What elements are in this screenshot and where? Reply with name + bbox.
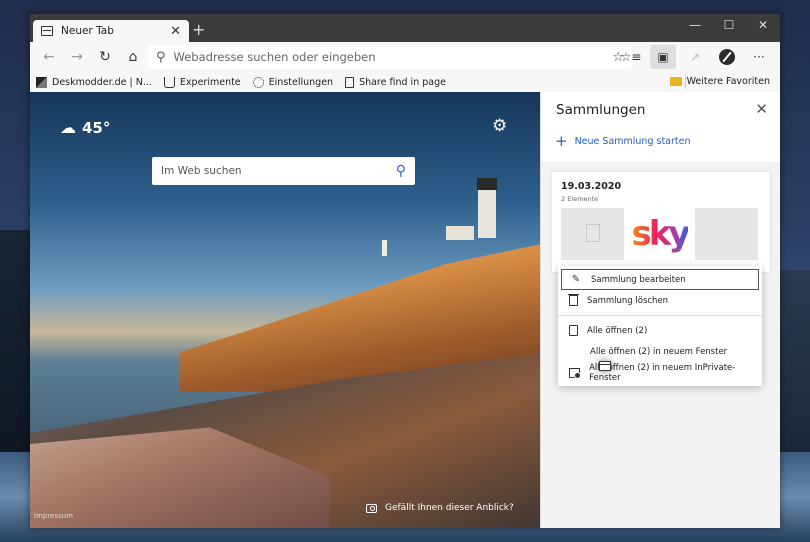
- background-lighthouse: [477, 178, 497, 238]
- gear-icon: [252, 76, 264, 88]
- thumbnail-file: [561, 208, 624, 260]
- trash-icon: [568, 294, 579, 306]
- collection-name: 19.03.2020: [561, 181, 622, 192]
- search-magnifier-icon[interactable]: ⚲: [396, 163, 406, 179]
- tab-title: Neuer Tab: [61, 25, 114, 37]
- title-bar: Neuer Tab ✕ + — ☐ ✕: [30, 14, 780, 42]
- collections-icon[interactable]: ▣: [650, 45, 676, 69]
- menu-delete-collection[interactable]: Sammlung löschen: [561, 290, 759, 311]
- deskmodder-icon: [36, 76, 47, 88]
- new-collection-button[interactable]: + Neue Sammlung starten: [555, 134, 691, 149]
- favorite-label: Deskmodder.de | N...: [52, 76, 152, 88]
- other-favorites[interactable]: Weitere Favoriten: [669, 76, 770, 87]
- page-icon: [569, 325, 578, 336]
- refresh-button[interactable]: ↻: [94, 46, 116, 68]
- close-icon[interactable]: ✕: [755, 100, 768, 118]
- page-icon: [345, 76, 355, 88]
- address-placeholder: Webadresse suchen oder eingeben: [173, 50, 376, 64]
- like-view-button[interactable]: Gefällt Ihnen dieser Anblick?: [366, 503, 514, 513]
- favorite-label: Einstellungen: [268, 76, 334, 88]
- collections-header: Sammlungen ✕ + Neue Sammlung starten: [541, 92, 780, 162]
- thumbnail-sky: sky: [628, 208, 691, 260]
- menu-label: Sammlung löschen: [587, 295, 669, 306]
- favorite-label: Share find in page: [359, 76, 446, 88]
- toolbar-actions: ☆≡ ▣ ↗ ···: [618, 45, 772, 69]
- new-collection-label: Neue Sammlung starten: [574, 136, 691, 147]
- new-tab-button[interactable]: +: [192, 21, 205, 39]
- forward-button[interactable]: →: [66, 46, 88, 68]
- background-house: [446, 226, 474, 240]
- sky-logo-icon: sky: [631, 214, 690, 254]
- menu-open-all-inprivate[interactable]: Alle öffnen (2) in neuem InPrivate-Fenst…: [561, 362, 759, 383]
- menu-label: Alle öffnen (2): [587, 325, 648, 336]
- favorites-bar: Deskmodder.de | N... Experimente Einstel…: [30, 72, 780, 92]
- share-icon[interactable]: ↗: [682, 45, 708, 69]
- pencil-icon: ✎: [571, 274, 581, 285]
- camera-icon: [366, 503, 377, 513]
- menu-label: Sammlung bearbeiten: [591, 274, 686, 285]
- browser-content: ☁ 45° ⚙ ⚲ Impressum Gefällt Ihnen dieser…: [30, 92, 780, 528]
- favorite-einstellungen[interactable]: Einstellungen: [252, 76, 334, 88]
- inprivate-window-icon: [569, 367, 582, 379]
- collections-title: Sammlungen: [556, 102, 646, 118]
- collection-thumbnails: sky: [561, 208, 758, 260]
- browser-window: Neuer Tab ✕ + — ☐ ✕ ← → ↻ ⌂ ⚲ Webadresse…: [30, 14, 780, 528]
- beaker-icon: [163, 76, 175, 88]
- maximize-button[interactable]: ☐: [712, 14, 746, 36]
- collections-pane: Sammlungen ✕ + Neue Sammlung starten 19.…: [540, 92, 780, 528]
- profile-avatar-icon: [719, 49, 735, 65]
- minimize-button[interactable]: —: [678, 14, 712, 36]
- web-search-input[interactable]: [161, 165, 396, 177]
- menu-open-all[interactable]: Alle öffnen (2): [561, 320, 759, 341]
- folder-icon: [669, 77, 682, 86]
- impressum-link[interactable]: Impressum: [34, 512, 73, 520]
- profile-button[interactable]: [714, 45, 740, 69]
- like-view-label: Gefällt Ihnen dieser Anblick?: [385, 503, 514, 513]
- favorites-icon[interactable]: ☆≡: [618, 45, 644, 69]
- menu-divider: [558, 315, 762, 316]
- other-favorites-label: Weitere Favoriten: [686, 76, 770, 87]
- weather-widget[interactable]: ☁ 45°: [60, 118, 110, 137]
- menu-label: Alle öffnen (2) in neuem Fenster: [590, 346, 728, 357]
- tab-new-tab[interactable]: Neuer Tab ✕: [33, 20, 189, 42]
- favorite-deskmodder[interactable]: Deskmodder.de | N...: [36, 76, 152, 88]
- page-settings-gear-icon[interactable]: ⚙: [492, 116, 507, 136]
- close-window-button[interactable]: ✕: [746, 14, 780, 36]
- window-icon: [599, 360, 611, 371]
- thumbnail-empty: [695, 208, 758, 260]
- menu-label: Alle öffnen (2) in neuem InPrivate-Fenst…: [589, 362, 736, 383]
- favorite-experimente[interactable]: Experimente: [163, 76, 241, 88]
- favorite-share-find[interactable]: Share find in page: [345, 76, 446, 88]
- collection-card[interactable]: 19.03.2020 2 Elemente sky: [552, 172, 770, 272]
- favorite-label: Experimente: [179, 76, 241, 88]
- home-button[interactable]: ⌂: [122, 46, 144, 68]
- search-icon: ⚲: [156, 49, 166, 65]
- new-tab-page: ☁ 45° ⚙ ⚲ Impressum Gefällt Ihnen dieser…: [30, 92, 540, 528]
- navigation-toolbar: ← → ↻ ⌂ ⚲ Webadresse suchen oder eingebe…: [30, 42, 780, 72]
- window-controls: — ☐ ✕: [678, 14, 780, 42]
- more-menu-icon[interactable]: ···: [746, 45, 772, 69]
- partly-cloudy-icon: ☁: [60, 118, 76, 137]
- plus-icon: +: [555, 132, 568, 150]
- collection-context-menu: ✎ Sammlung bearbeiten Sammlung löschen A…: [558, 266, 762, 386]
- weather-temperature: 45°: [82, 118, 111, 137]
- desktop-hills: [778, 270, 810, 470]
- tab-close-icon[interactable]: ✕: [170, 25, 181, 38]
- tab-page-icon: [41, 26, 53, 36]
- back-button[interactable]: ←: [38, 46, 60, 68]
- web-search-box: ⚲: [152, 157, 415, 185]
- collection-item-count: 2 Elemente: [561, 195, 599, 203]
- desktop-trees: [0, 230, 30, 460]
- menu-edit-collection[interactable]: ✎ Sammlung bearbeiten: [561, 269, 759, 290]
- menu-open-all-new-window[interactable]: Alle öffnen (2) in neuem Fenster: [561, 341, 759, 371]
- address-bar[interactable]: ⚲ Webadresse suchen oder eingeben ☆: [148, 45, 632, 69]
- background-tower: [382, 240, 387, 256]
